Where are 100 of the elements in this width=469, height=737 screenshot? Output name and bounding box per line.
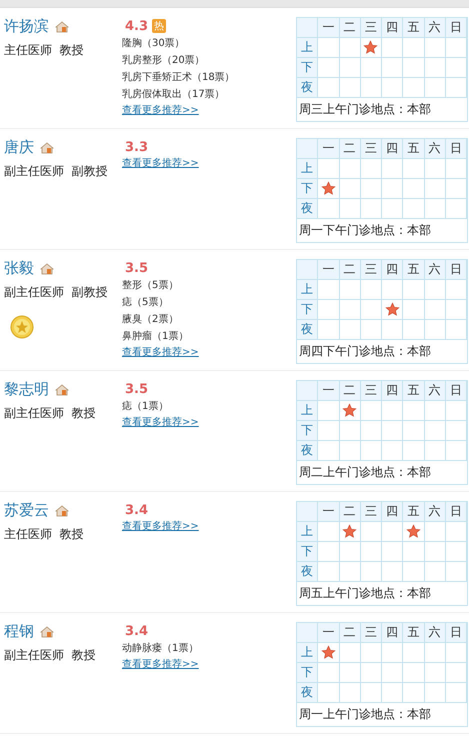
doctor-title: 副主任医师 副教授 [4, 284, 108, 301]
star-icon [384, 302, 400, 317]
period-label: 上 [297, 280, 318, 300]
doctor-name[interactable]: 苏爱云 [4, 501, 49, 520]
clinic-note: 周四下午门诊地点：本部 [298, 343, 432, 360]
doctor-title: 副主任医师 教授 [4, 647, 96, 664]
day-header: 一 [318, 623, 340, 643]
day-header: 四 [382, 260, 404, 280]
day-header: 五 [403, 502, 424, 522]
rating-score: 3.4 [125, 502, 148, 518]
clinic-note: 周二上午门诊地点：本部 [298, 464, 432, 481]
day-header: 六 [424, 18, 446, 38]
day-header: 二 [340, 623, 361, 643]
more-link[interactable]: 查看更多推荐>> [122, 156, 199, 171]
rating-score: 4.3 [125, 18, 148, 34]
day-header: 一 [318, 502, 340, 522]
day-header: 三 [360, 381, 382, 401]
day-header: 五 [403, 139, 424, 159]
clinic-note: 周一下午门诊地点：本部 [298, 222, 432, 239]
vote-item: 乳房假体取出（17票） [122, 88, 225, 102]
day-header: 四 [382, 623, 404, 643]
day-header: 四 [382, 502, 404, 522]
day-header: 二 [340, 139, 361, 159]
star-icon [320, 181, 336, 196]
day-header: 日 [446, 18, 467, 38]
doctor-name[interactable]: 张毅 [4, 259, 34, 278]
period-label: 夜 [297, 320, 318, 340]
period-label: 上 [297, 401, 318, 421]
vote-item: 痣（5票） [122, 296, 168, 310]
rating-score: 3.5 [125, 382, 148, 396]
day-header: 五 [403, 623, 424, 643]
day-header: 日 [446, 502, 467, 522]
day-header: 六 [424, 502, 446, 522]
day-header: 六 [424, 623, 446, 643]
day-header: 五 [403, 381, 424, 401]
period-label: 下 [297, 663, 318, 683]
house-icon [55, 384, 69, 396]
star-icon [406, 524, 421, 539]
doctor-name[interactable]: 程钢 [4, 622, 34, 641]
vote-item: 痣（1票） [122, 400, 168, 414]
period-label: 下 [297, 179, 318, 199]
star-icon [342, 524, 358, 539]
period-label: 上 [297, 643, 318, 663]
doctor-title: 主任医师 教授 [4, 526, 84, 543]
period-label: 上 [297, 38, 318, 58]
period-label: 夜 [297, 78, 318, 98]
vote-item: 腋臭（2票） [122, 312, 178, 327]
clinic-note: 周五上午门诊地点：本部 [298, 585, 432, 602]
day-header: 一 [318, 18, 340, 38]
more-link[interactable]: 查看更多推荐>> [122, 415, 199, 430]
day-header: 三 [360, 18, 382, 38]
clinic-note: 周一上午门诊地点：本部 [298, 706, 432, 723]
house-icon [40, 262, 54, 274]
day-header: 五 [403, 18, 424, 38]
more-link[interactable]: 查看更多推荐>> [122, 657, 199, 672]
house-icon [55, 20, 69, 32]
day-header: 四 [382, 139, 404, 159]
more-link[interactable]: 查看更多推荐>> [122, 345, 199, 360]
day-header: 三 [360, 623, 382, 643]
period-label: 下 [297, 58, 318, 78]
star-icon [363, 40, 378, 55]
period-label: 夜 [297, 683, 318, 703]
day-header: 六 [424, 139, 446, 159]
vote-item: 乳房整形（20票） [122, 54, 205, 68]
day-header: 二 [340, 381, 361, 401]
rating-score: 3.4 [125, 624, 148, 638]
day-header: 日 [446, 260, 467, 280]
vote-item: 整形（5票） [122, 279, 178, 293]
day-header: 四 [382, 381, 404, 401]
day-header: 六 [424, 381, 446, 401]
period-label: 夜 [297, 199, 318, 219]
period-label: 上 [297, 522, 318, 542]
doctor-title: 副主任医师 副教授 [4, 163, 108, 180]
day-header: 五 [403, 260, 424, 280]
day-header: 二 [340, 18, 361, 38]
vote-item: 乳房下垂矫正术（18票） [122, 70, 235, 85]
more-link[interactable]: 查看更多推荐>> [122, 519, 199, 534]
period-label: 夜 [297, 562, 318, 582]
day-header: 日 [446, 139, 467, 159]
day-header: 六 [424, 260, 446, 280]
period-label: 下 [297, 421, 318, 441]
day-header: 三 [360, 260, 382, 280]
day-header: 二 [340, 260, 361, 280]
doctor-name[interactable]: 黎志明 [4, 380, 49, 399]
rating-score: 3.5 [125, 260, 148, 276]
doctor-name[interactable]: 许扬滨 [4, 17, 49, 36]
house-icon [55, 504, 69, 516]
period-label: 下 [297, 542, 318, 562]
day-header: 四 [382, 18, 404, 38]
more-link[interactable]: 查看更多推荐>> [122, 103, 199, 118]
rating-score: 3.3 [125, 140, 148, 154]
day-header: 日 [446, 381, 467, 401]
vote-item: 动静脉瘘（1票） [122, 642, 198, 656]
star-icon [342, 403, 358, 418]
vote-item: 鼻肿瘤（1票） [122, 330, 188, 344]
day-header: 二 [340, 502, 361, 522]
day-header: 三 [360, 502, 382, 522]
period-label: 夜 [297, 441, 318, 461]
doctor-name[interactable]: 唐庆 [4, 138, 34, 157]
star-icon [320, 645, 336, 660]
